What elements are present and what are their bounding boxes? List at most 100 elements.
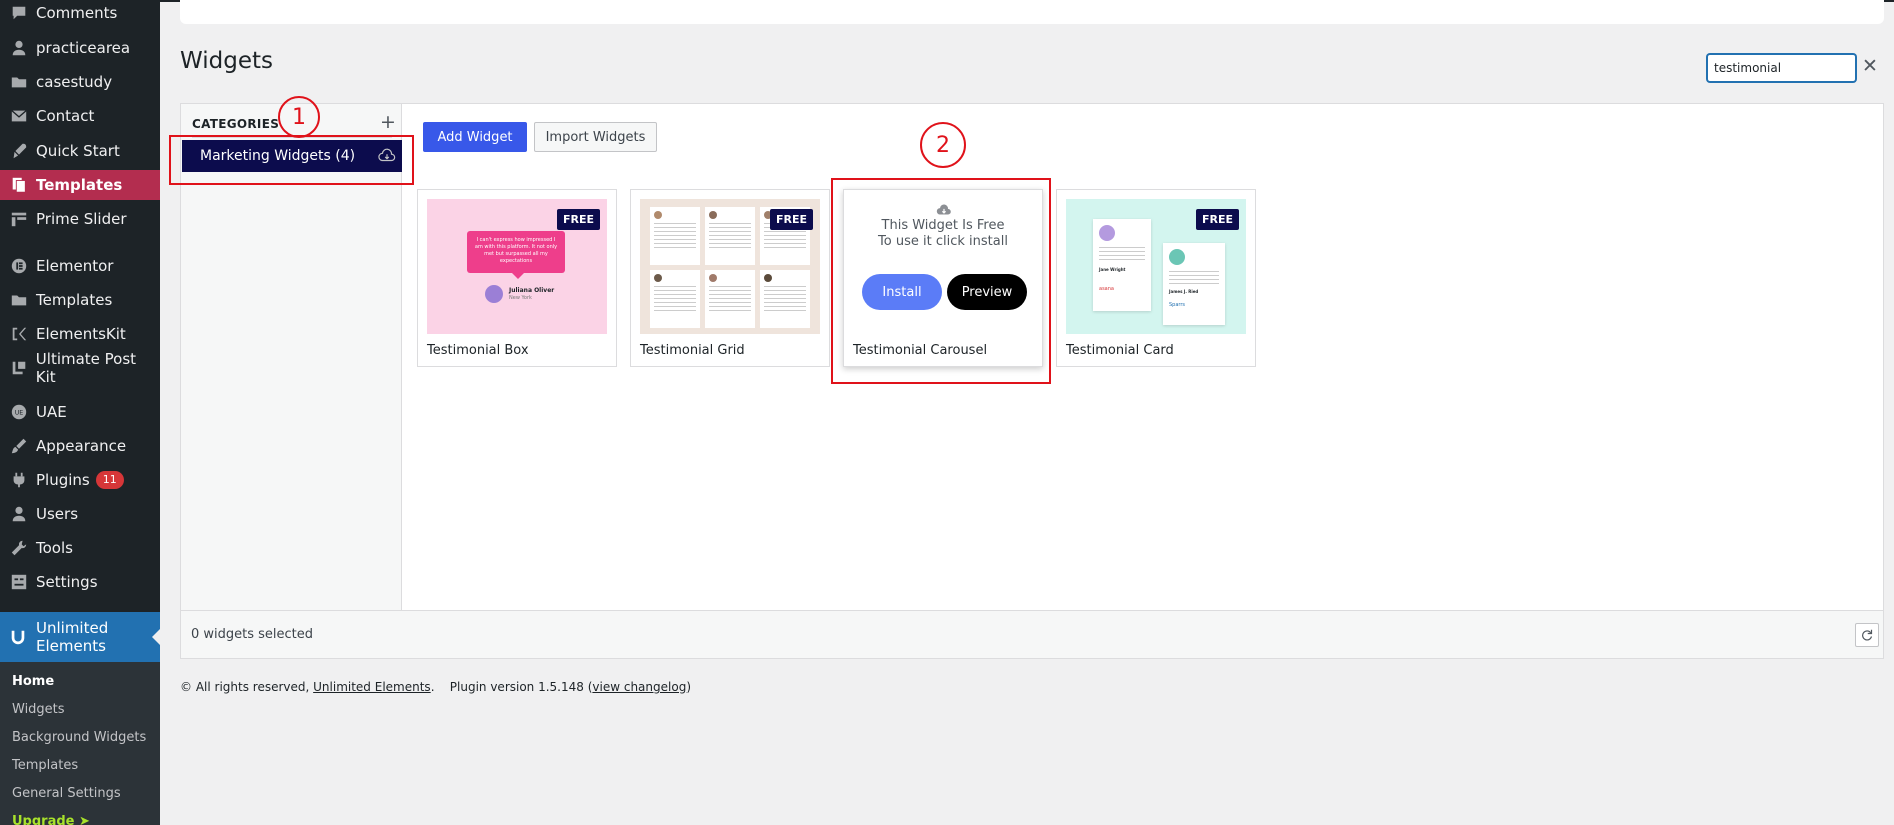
svg-text:UE: UE	[15, 410, 24, 417]
folder-icon	[0, 291, 36, 309]
sidebar-item-label: Appearance	[36, 437, 127, 455]
grid-tile	[705, 207, 755, 265]
bubble-pointer	[512, 273, 524, 279]
free-badge: FREE	[1195, 209, 1239, 230]
grid-tile	[705, 270, 755, 328]
annotation-marker-1: 1	[278, 96, 320, 138]
sidebar-item-label: practicearea	[36, 39, 131, 57]
add-category-button[interactable]: +	[380, 111, 396, 133]
sidebar-item-users[interactable]: Users	[0, 499, 160, 529]
plugin-icon	[0, 471, 36, 489]
footer-rights: © All rights reserved,	[180, 680, 310, 694]
sidebar-item-label: Unlimited Elements	[36, 619, 109, 655]
brand-logo: Sparrs	[1169, 302, 1186, 308]
refresh-button[interactable]	[1855, 623, 1879, 647]
avatar	[1169, 249, 1185, 265]
widget-card-testimonial-card[interactable]: Jane Wright asana James J. Ried Sparrs F…	[1056, 189, 1256, 367]
submenu-templates[interactable]: Templates	[12, 758, 78, 773]
annotation-box-2	[831, 178, 1051, 384]
sidebar-item-plugins[interactable]: Plugins 11	[0, 465, 160, 495]
comments-icon	[0, 4, 36, 22]
import-widgets-button[interactable]: Import Widgets	[534, 122, 657, 152]
annotation-marker-2: 2	[920, 122, 966, 168]
submenu-general-settings[interactable]: General Settings	[12, 786, 121, 801]
person-name: James J. Ried	[1169, 289, 1199, 294]
submenu-upgrade[interactable]: Upgrade ➤	[12, 814, 90, 825]
selection-status: 0 widgets selected	[191, 627, 314, 642]
widget-card-testimonial-box[interactable]: I can't express how impressed I am with …	[417, 189, 617, 367]
sidebar-item-label: casestudy	[36, 73, 113, 91]
submenu-home[interactable]: Home	[12, 674, 54, 689]
sidebar-item-ultimate-post-kit[interactable]: Ultimate Post Kit	[0, 350, 160, 386]
widget-name: Testimonial Card	[1066, 343, 1174, 358]
sidebar-item-practicearea[interactable]: practicearea	[0, 33, 160, 63]
sidebar-item-label: Comments	[36, 4, 118, 22]
quote-bubble: I can't express how impressed I am with …	[467, 231, 565, 273]
refresh-icon	[1861, 626, 1873, 645]
submenu-background-widgets[interactable]: Background Widgets	[12, 730, 146, 745]
footer-paren: )	[686, 680, 691, 694]
search-input[interactable]	[1707, 54, 1856, 82]
free-badge: FREE	[556, 209, 600, 230]
widget-name: Testimonial Grid	[640, 343, 745, 358]
avatar	[1099, 225, 1115, 241]
slider-icon	[0, 210, 36, 228]
page-title: Widgets	[180, 48, 273, 74]
sidebar-item-label: Templates	[36, 291, 113, 309]
changelog-link[interactable]: view changelog	[592, 680, 686, 694]
sidebar-item-tools[interactable]: Tools	[0, 533, 160, 563]
sidebar-item-appearance[interactable]: Appearance	[0, 431, 160, 461]
avatar	[485, 285, 503, 303]
widget-thumbnail: FREE	[640, 199, 820, 334]
sidebar-item-label: UAE	[36, 403, 67, 421]
widget-thumbnail: Jane Wright asana James J. Ried Sparrs F…	[1066, 199, 1246, 334]
unlimited-elements-icon	[0, 628, 36, 646]
sidebar-item-uae[interactable]: UE UAE	[0, 397, 160, 427]
user-icon	[0, 505, 36, 523]
sidebar-item-unlimited-elements[interactable]: Unlimited Elements	[0, 612, 160, 662]
free-badge: FREE	[769, 209, 813, 230]
close-icon[interactable]: ✕	[1862, 55, 1878, 77]
sidebar-item-templates[interactable]: Templates	[0, 170, 160, 200]
sidebar-item-elementor[interactable]: Elementor	[0, 251, 160, 281]
sidebar-item-quick-start[interactable]: Quick Start	[0, 136, 160, 166]
widget-name: Testimonial Box	[427, 343, 529, 358]
sidebar-item-label: Tools	[36, 539, 73, 557]
submenu-widgets[interactable]: Widgets	[12, 702, 65, 717]
brush-icon	[0, 437, 36, 455]
annotation-box-1	[169, 135, 414, 185]
sidebar-item-settings[interactable]: Settings	[0, 567, 160, 597]
elementskit-icon	[0, 325, 36, 343]
sidebar-item-label: Templates	[36, 176, 123, 194]
sidebar-item-elementskit[interactable]: ElementsKit	[0, 319, 160, 349]
elementor-icon	[0, 257, 36, 275]
widget-card-testimonial-grid[interactable]: FREE Testimonial Grid	[630, 189, 830, 367]
sidebar-item-label: Prime Slider	[36, 210, 127, 228]
uae-icon: UE	[0, 403, 36, 421]
plugins-update-badge: 11	[95, 471, 124, 489]
sidebar-item-label: Contact	[36, 107, 95, 125]
upk-icon	[0, 359, 36, 377]
testimonial-card-preview: Jane Wright asana	[1093, 219, 1151, 311]
sidebar-item-casestudy[interactable]: casestudy	[0, 67, 160, 97]
rocket-icon	[0, 142, 36, 160]
folder-icon	[0, 73, 36, 91]
templates-icon	[0, 176, 36, 194]
sidebar-item-contact[interactable]: Contact	[0, 101, 160, 131]
sidebar-item-prime-slider[interactable]: Prime Slider	[0, 204, 160, 234]
person-location: New York	[509, 295, 532, 301]
sidebar-item-label: ElementsKit	[36, 325, 126, 343]
sidebar-item-comments[interactable]: Comments	[0, 0, 160, 28]
user-icon	[0, 39, 36, 57]
sidebar-item-templates-2[interactable]: Templates	[0, 285, 160, 315]
company-link[interactable]: Unlimited Elements	[313, 680, 431, 694]
add-widget-button[interactable]: Add Widget	[423, 122, 527, 152]
brand-logo: asana	[1099, 286, 1114, 292]
settings-icon	[0, 573, 36, 591]
current-menu-arrow	[152, 629, 160, 645]
top-card	[180, 0, 1884, 24]
grid-tile	[650, 270, 700, 328]
sidebar-item-label: Settings	[36, 573, 98, 591]
admin-sidebar: Comments practicearea casestudy Contact …	[0, 0, 160, 825]
categories-title: CATEGORIES	[192, 117, 280, 131]
